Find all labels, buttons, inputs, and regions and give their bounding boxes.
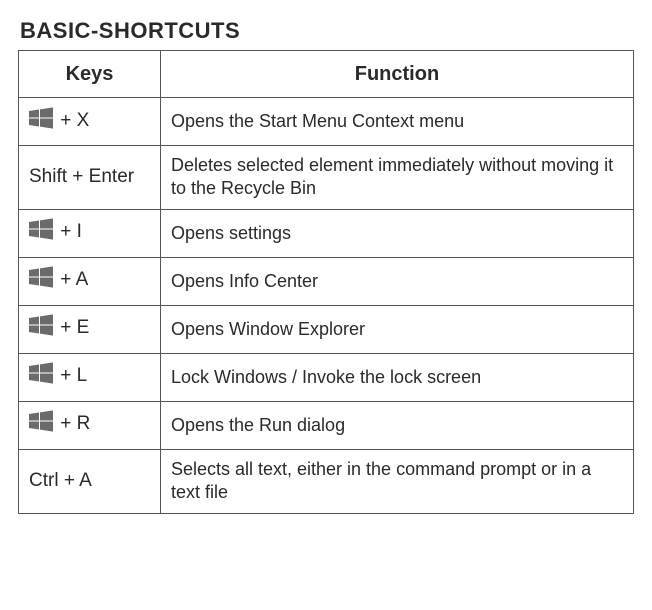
- keys-cell: + E: [19, 305, 161, 353]
- keys-text: Ctrl + A: [29, 470, 92, 491]
- function-cell: Selects all text, either in the command …: [160, 449, 633, 513]
- table-header-row: Keys Function: [19, 51, 634, 98]
- windows-key-icon: [29, 362, 53, 392]
- header-function: Function: [160, 51, 633, 98]
- keys-text: + R: [55, 413, 90, 434]
- shortcuts-table: Keys Function + X Opens the Start Menu Co…: [18, 50, 634, 514]
- windows-key-icon: [29, 107, 53, 137]
- windows-key-icon: [29, 314, 53, 344]
- function-cell: Opens Window Explorer: [160, 305, 633, 353]
- table-row: + I Opens settings: [19, 209, 634, 257]
- table-row: + R Opens the Run dialog: [19, 401, 634, 449]
- function-cell: Deletes selected element immediately wit…: [160, 146, 633, 210]
- table-row: + X Opens the Start Menu Context menu: [19, 98, 634, 146]
- keys-text: Shift + Enter: [29, 166, 134, 187]
- table-row: Ctrl + A Selects all text, either in the …: [19, 449, 634, 513]
- table-row: Shift + Enter Deletes selected element im…: [19, 146, 634, 210]
- windows-key-icon: [29, 266, 53, 296]
- keys-text: + X: [55, 110, 89, 131]
- keys-cell: + A: [19, 257, 161, 305]
- keys-cell: + L: [19, 353, 161, 401]
- function-cell: Opens settings: [160, 209, 633, 257]
- function-cell: Opens Info Center: [160, 257, 633, 305]
- table-row: + L Lock Windows / Invoke the lock screen: [19, 353, 634, 401]
- header-keys: Keys: [19, 51, 161, 98]
- keys-text: + I: [55, 221, 82, 242]
- page-title: BASIC-SHORTCUTS: [20, 18, 634, 44]
- windows-key-icon: [29, 410, 53, 440]
- function-cell: Opens the Run dialog: [160, 401, 633, 449]
- function-cell: Lock Windows / Invoke the lock screen: [160, 353, 633, 401]
- keys-text: + A: [55, 269, 88, 290]
- windows-key-icon: [29, 218, 53, 248]
- keys-cell: + I: [19, 209, 161, 257]
- function-cell: Opens the Start Menu Context menu: [160, 98, 633, 146]
- keys-text: + E: [55, 317, 89, 338]
- keys-cell: Ctrl + A: [19, 449, 161, 513]
- table-row: + E Opens Window Explorer: [19, 305, 634, 353]
- keys-text: + L: [55, 365, 87, 386]
- table-row: + A Opens Info Center: [19, 257, 634, 305]
- keys-cell: + R: [19, 401, 161, 449]
- keys-cell: + X: [19, 98, 161, 146]
- keys-cell: Shift + Enter: [19, 146, 161, 210]
